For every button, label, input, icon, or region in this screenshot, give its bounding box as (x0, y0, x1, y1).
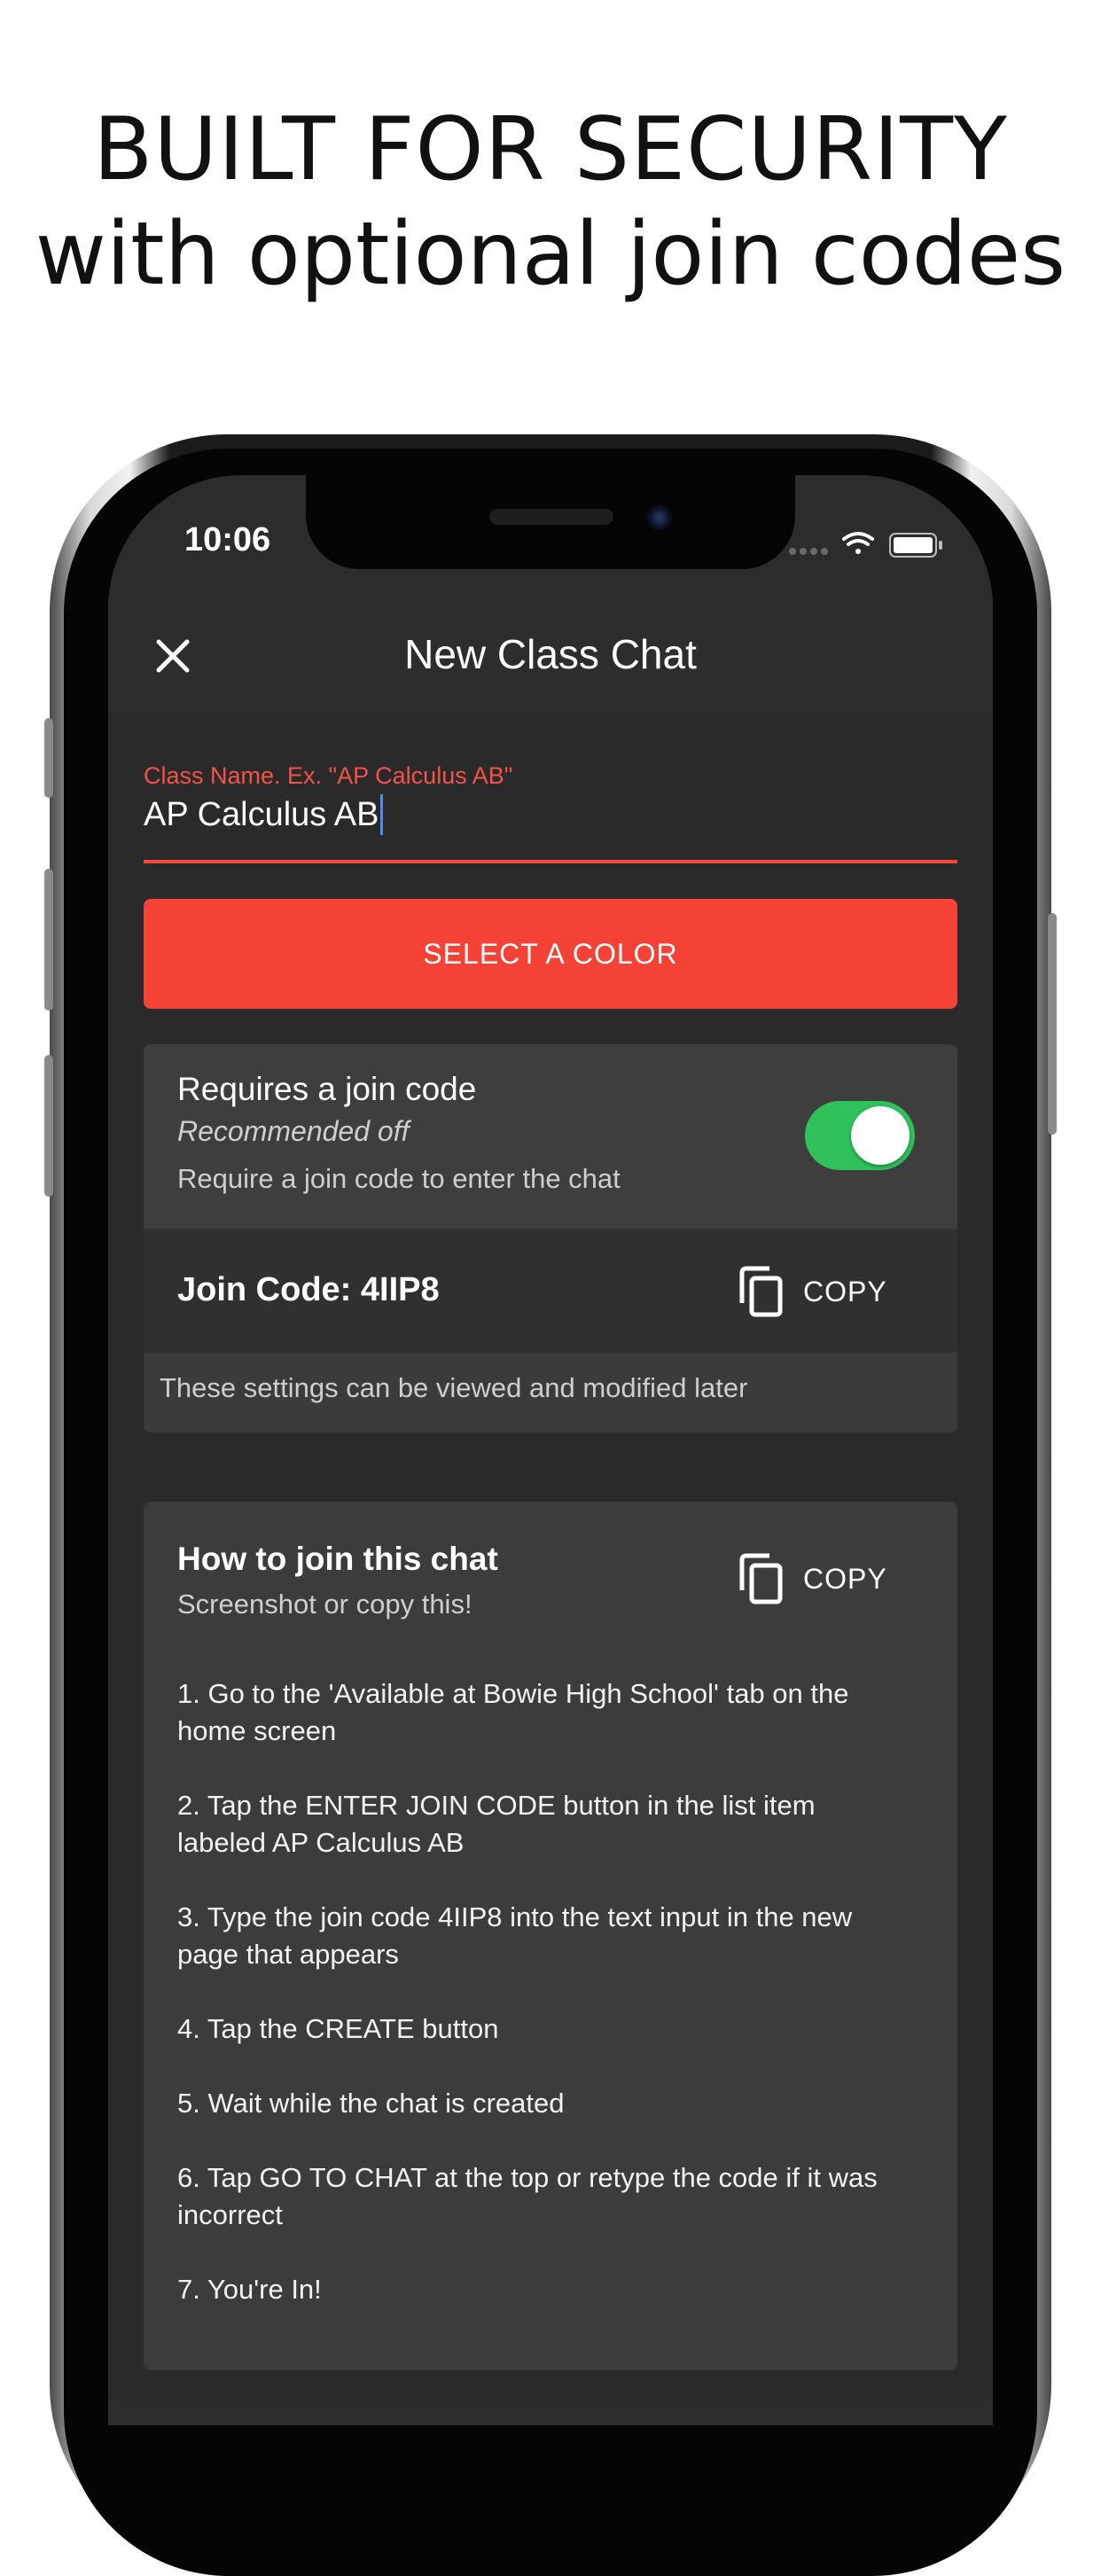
how-to-join-title: How to join this chat (177, 1541, 498, 1577)
class-name-label: Class Name. Ex. "AP Calculus AB" (144, 762, 513, 789)
how-to-join-subtitle: Screenshot or copy this! (177, 1589, 472, 1620)
battery-icon (889, 533, 942, 558)
wifi-icon (842, 532, 874, 554)
join-step: 5. Wait while the chat is created (177, 2088, 565, 2119)
join-step: 4. Tap the CREATE button (177, 2013, 499, 2044)
toggle-knob (851, 1106, 910, 1165)
copy-join-code-button[interactable]: COPY (739, 1266, 887, 1317)
copy-label: COPY (803, 1562, 887, 1595)
settings-note: These settings can be viewed and modifie… (160, 1372, 748, 1403)
copy-icon (739, 1553, 783, 1604)
volume-up-button (44, 869, 53, 1011)
join-code-row: Join Code: 4IIP8 COPY (144, 1229, 957, 1353)
page-title: New Class Chat (404, 631, 697, 677)
join-code-toggle-row: Requires a join code Recommended off Req… (144, 1044, 957, 1229)
copy-instructions-button[interactable]: COPY (739, 1553, 887, 1604)
mute-switch (44, 718, 53, 798)
copy-label: COPY (803, 1275, 887, 1308)
how-to-join-card: How to join this chat Screenshot or copy… (144, 1502, 957, 2370)
class-name-underline (144, 860, 957, 863)
join-code-value: Join Code: 4IIP8 (177, 1271, 440, 1308)
join-step: 1. Go to the 'Available at Bowie High Sc… (177, 1678, 849, 1746)
class-name-value: AP Calculus AB (144, 795, 379, 833)
marketing-headline: BUILT FOR SECURITY with optional join co… (0, 98, 1101, 307)
join-step: 3. Type the join code 4IIP8 into the tex… (177, 1901, 853, 1970)
copy-icon (739, 1266, 783, 1317)
front-camera (647, 505, 672, 530)
requires-join-code-subtitle: Recommended off (177, 1115, 410, 1147)
signal-icon (789, 548, 828, 555)
class-name-input[interactable]: AP Calculus AB (144, 794, 384, 835)
status-icons (789, 532, 942, 558)
power-button (1048, 913, 1057, 1135)
headline-line-2: with optional join codes (35, 204, 1066, 305)
join-steps-list: 1. Go to the 'Available at Bowie High Sc… (177, 1675, 904, 2346)
requires-join-code-title: Requires a join code (177, 1071, 477, 1107)
volume-down-button (44, 1055, 53, 1197)
headline-line-1: BUILT FOR SECURITY (93, 99, 1008, 200)
join-step: 6. Tap GO TO CHAT at the top or retype t… (177, 2162, 878, 2230)
text-caret (380, 794, 384, 835)
requires-join-code-description: Require a join code to enter the chat (177, 1163, 621, 1194)
join-code-toggle[interactable] (805, 1101, 915, 1170)
select-color-button[interactable]: SELECT A COLOR (144, 899, 957, 1009)
join-code-settings-card: Requires a join code Recommended off Req… (144, 1044, 957, 1432)
status-time: 10:06 (184, 521, 271, 558)
earpiece-speaker (489, 509, 613, 525)
join-step: 2. Tap the ENTER JOIN CODE button in the… (177, 1790, 816, 1858)
join-step: 7. You're In! (177, 2274, 322, 2305)
